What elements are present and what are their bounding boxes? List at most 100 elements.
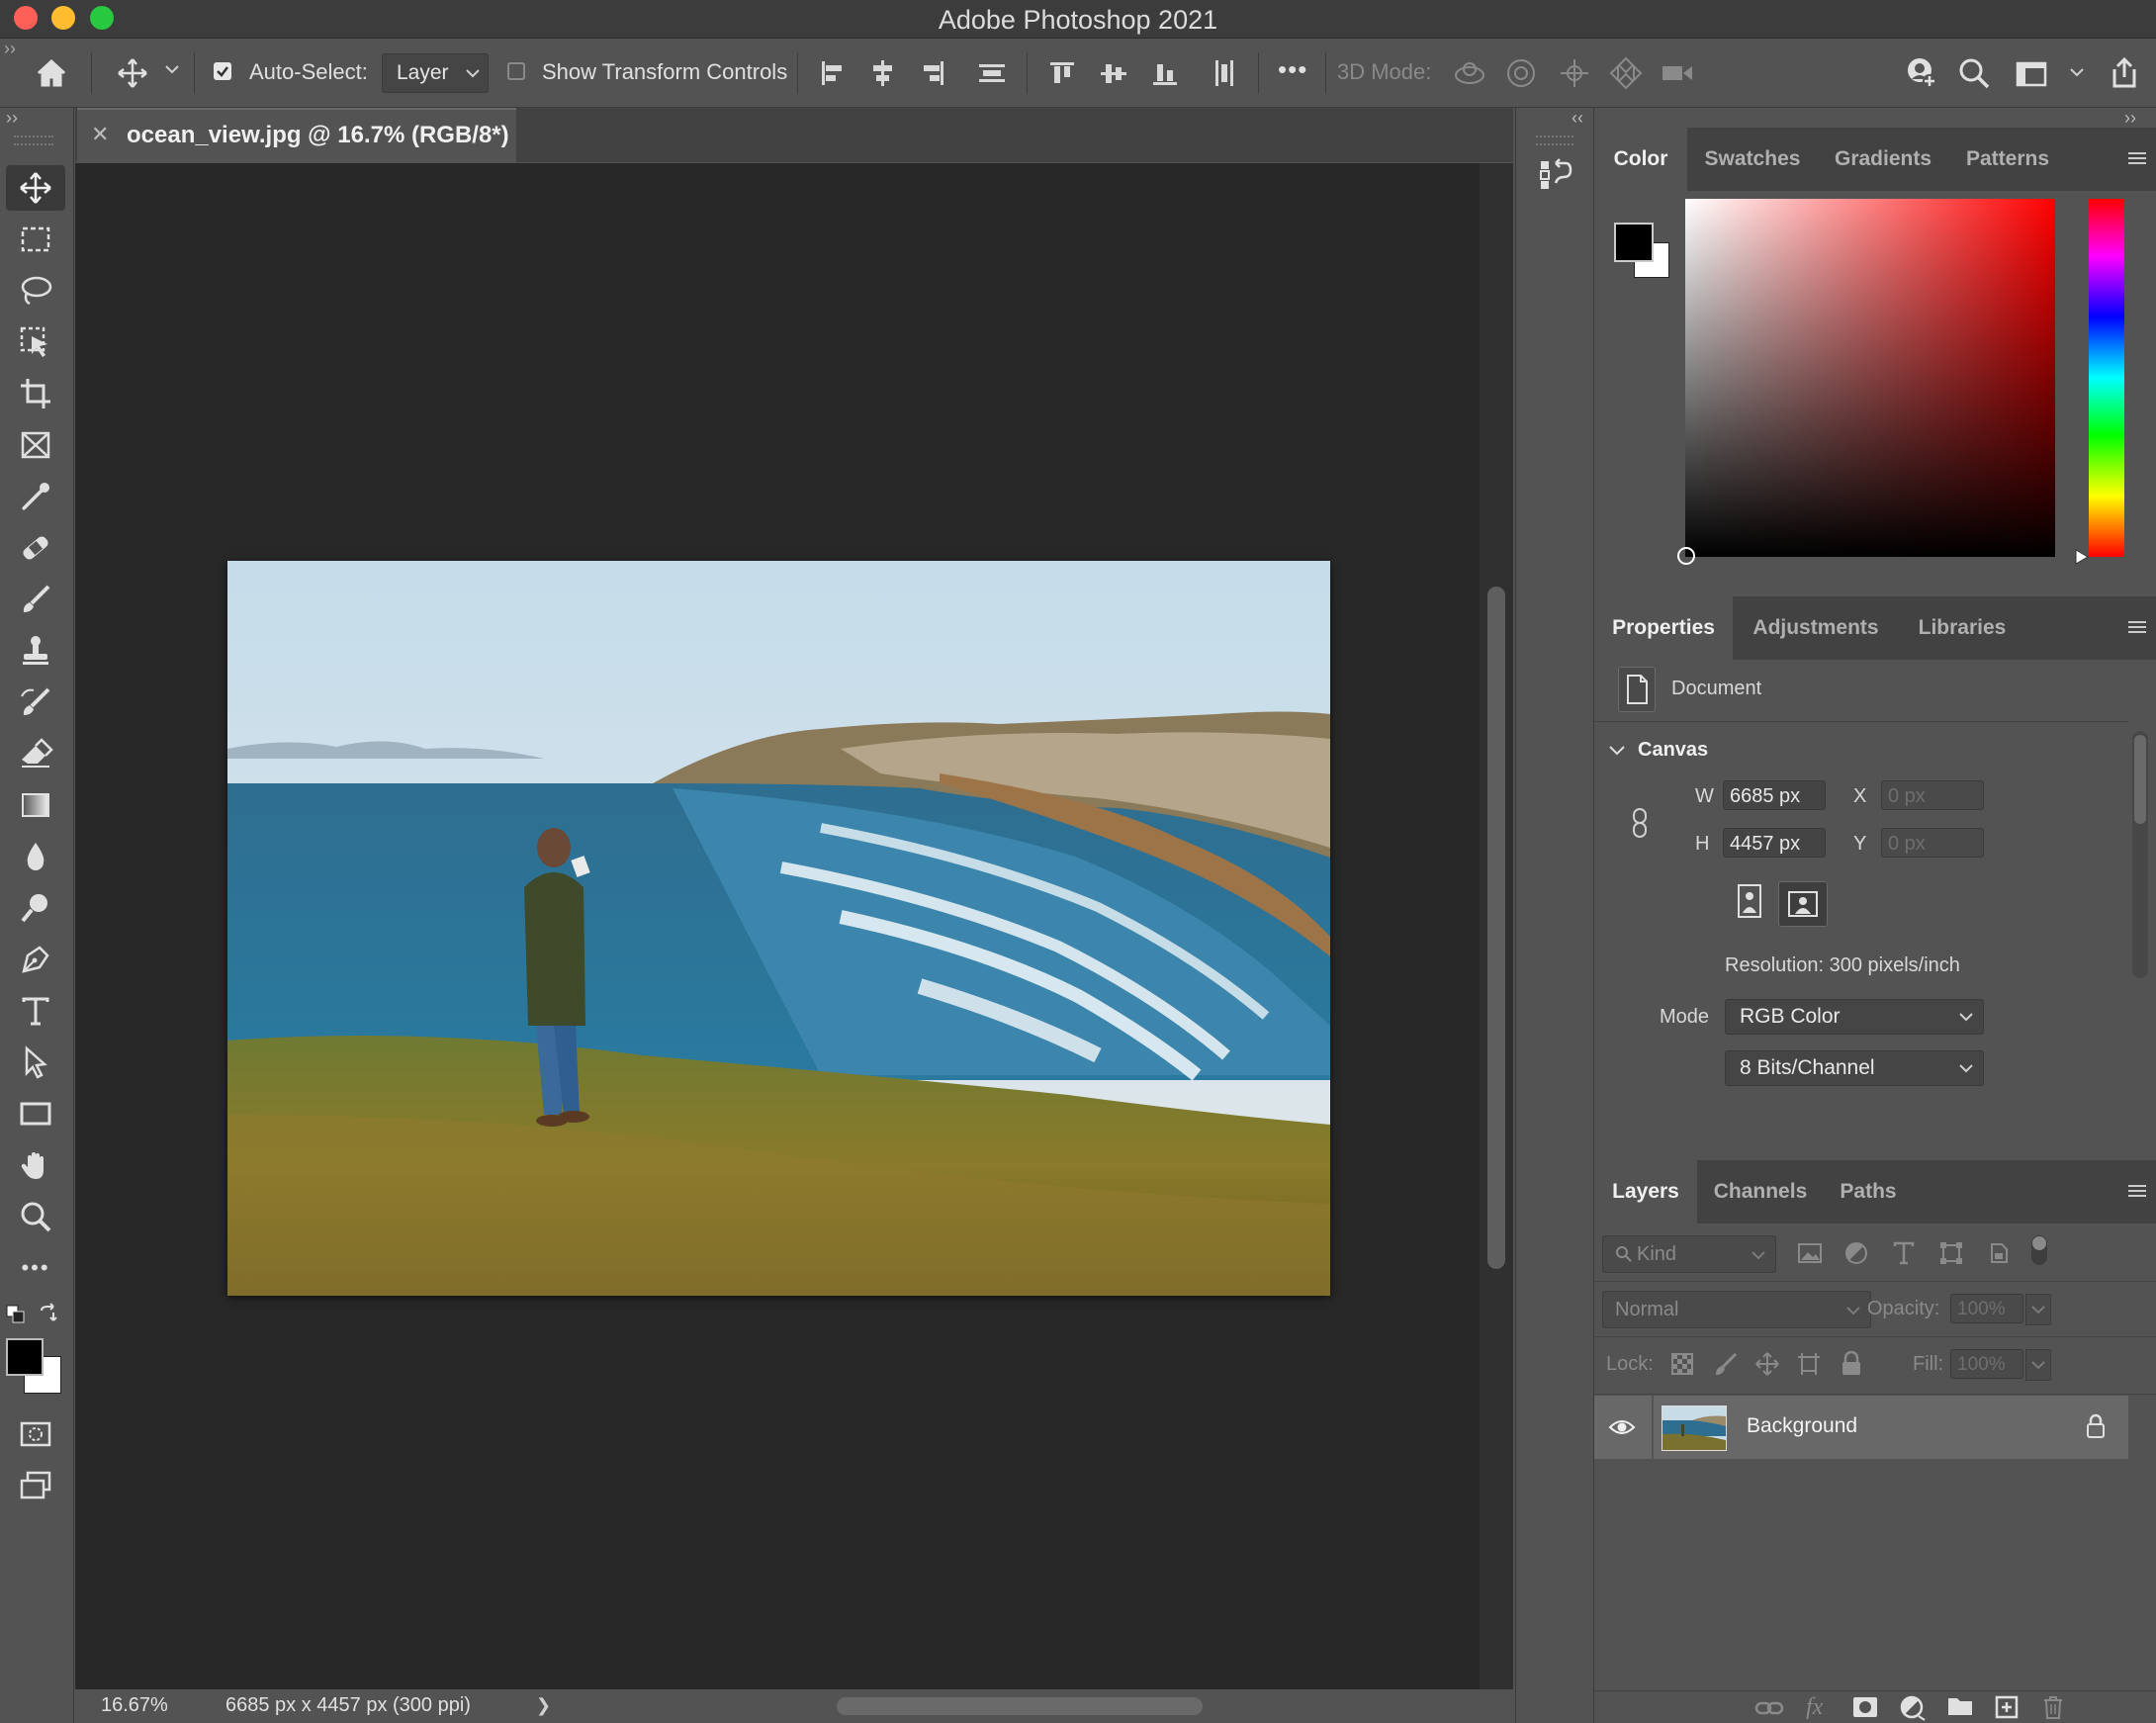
filter-type-icon[interactable] <box>1891 1240 1917 1266</box>
hue-slider-handle-icon[interactable] <box>2075 549 2089 565</box>
blur-tool[interactable] <box>6 834 65 879</box>
distribute-vertical-icon[interactable] <box>974 55 1010 91</box>
panel-grip[interactable] <box>14 136 53 145</box>
frame-tool[interactable] <box>6 422 65 468</box>
healing-brush-tool[interactable] <box>6 525 65 571</box>
canvas-area[interactable] <box>75 163 1480 1689</box>
crop-tool[interactable] <box>6 371 65 416</box>
link-dimensions-icon[interactable] <box>1630 806 1650 840</box>
lock-artboard-icon[interactable] <box>1796 1351 1822 1377</box>
new-layer-icon[interactable] <box>1994 1694 2020 1720</box>
status-menu-arrow[interactable]: ❯ <box>536 1695 551 1716</box>
scroll-thumb[interactable] <box>1487 587 1505 1269</box>
clone-stamp-tool[interactable] <box>6 628 65 674</box>
collapse-panels-icon[interactable]: ‹‹ <box>1572 108 1583 129</box>
home-icon[interactable] <box>34 55 69 91</box>
lock-pixels-icon[interactable] <box>1713 1351 1739 1377</box>
move-tool[interactable] <box>6 165 65 211</box>
lock-position-icon[interactable] <box>1754 1351 1780 1377</box>
align-left-icon[interactable] <box>815 55 851 91</box>
tab-color[interactable]: Color <box>1594 128 1687 191</box>
color-mode-dropdown[interactable]: RGB Color <box>1725 999 1984 1035</box>
screen-mode-icon[interactable] <box>6 1463 65 1508</box>
vertical-scrollbar[interactable] <box>1480 163 1513 1689</box>
filter-pixel-icon[interactable] <box>1796 1240 1824 1266</box>
trash-icon[interactable] <box>2041 1694 2065 1720</box>
lock-transparency-icon[interactable] <box>1669 1351 1695 1377</box>
tab-channels[interactable]: Channels <box>1699 1160 1822 1224</box>
hue-slider[interactable] <box>2075 199 2124 565</box>
panel-grip[interactable] <box>1536 136 1573 145</box>
align-top-icon[interactable] <box>1044 55 1080 91</box>
horizontal-scroll-thumb[interactable] <box>837 1697 1203 1715</box>
auto-select-target-dropdown[interactable]: Layer <box>382 53 489 93</box>
collapse-arrows-icon[interactable]: ›› <box>4 39 16 59</box>
swap-colors-icon[interactable] <box>38 1303 59 1324</box>
panel-menu-icon[interactable] <box>2126 618 2148 636</box>
pen-tool[interactable] <box>6 937 65 982</box>
tab-patterns[interactable]: Patterns <box>1950 128 2065 191</box>
canvas-section-title[interactable]: Canvas <box>1638 739 1708 762</box>
landscape-orientation-icon[interactable] <box>1778 881 1828 927</box>
color-foreground-swatch[interactable] <box>1614 223 1654 262</box>
hand-tool[interactable] <box>6 1142 65 1188</box>
fill-stepper[interactable] <box>2025 1349 2051 1381</box>
layer-name[interactable]: Background <box>1747 1414 1857 1438</box>
zoom-level[interactable]: 16.67% <box>101 1694 168 1717</box>
layer-row-background[interactable]: Background <box>1594 1396 2128 1459</box>
width-field[interactable]: 6685 px <box>1723 780 1826 810</box>
search-icon[interactable] <box>1956 55 1992 91</box>
align-horizontal-center-icon[interactable] <box>864 55 900 91</box>
chevron-down-icon[interactable] <box>164 63 180 75</box>
document-image[interactable] <box>227 561 1330 1296</box>
tab-properties[interactable]: Properties <box>1594 596 1733 660</box>
auto-select-checkbox[interactable] <box>214 62 231 80</box>
expand-dock-icon[interactable]: ›› <box>2124 108 2136 129</box>
eye-icon[interactable] <box>1608 1415 1636 1439</box>
align-right-icon[interactable] <box>915 55 950 91</box>
layer-style-fx-icon[interactable]: fx <box>1806 1694 1823 1721</box>
quick-mask-icon[interactable] <box>6 1411 65 1457</box>
lock-all-icon[interactable] <box>1840 1351 1863 1377</box>
filter-shape-icon[interactable] <box>1938 1240 1964 1266</box>
close-tab-icon[interactable]: ✕ <box>91 122 109 147</box>
chevron-down-icon[interactable] <box>1608 744 1626 758</box>
history-brush-tool[interactable] <box>6 680 65 725</box>
brush-tool[interactable] <box>6 577 65 622</box>
height-field[interactable]: 4457 px <box>1723 828 1826 858</box>
adjustment-layer-icon[interactable] <box>1899 1694 1927 1722</box>
history-panel-icon[interactable] <box>1538 155 1573 195</box>
add-mask-icon[interactable] <box>1851 1694 1879 1720</box>
link-layers-icon[interactable] <box>1754 1696 1784 1720</box>
distribute-horizontal-icon[interactable] <box>1207 55 1242 91</box>
opacity-field[interactable]: 100% <box>1950 1294 2023 1323</box>
properties-scrollbar[interactable] <box>2132 731 2148 978</box>
chevron-down-icon[interactable] <box>2069 66 2085 78</box>
type-tool[interactable] <box>6 988 65 1034</box>
align-vertical-center-icon[interactable] <box>1096 55 1131 91</box>
filter-adjustment-icon[interactable] <box>1843 1240 1869 1266</box>
document-tab[interactable]: ✕ ocean_view.jpg @ 16.7% (RGB/8*) <box>77 108 516 164</box>
marquee-tool[interactable] <box>6 217 65 262</box>
filter-smart-object-icon[interactable] <box>1986 1240 2012 1266</box>
share-icon[interactable] <box>2107 55 2142 91</box>
dodge-tool[interactable] <box>6 885 65 931</box>
tab-adjustments[interactable]: Adjustments <box>1735 596 1897 660</box>
move-tool-preset-icon[interactable] <box>115 55 150 91</box>
panel-menu-icon[interactable] <box>2126 1182 2148 1200</box>
fill-field[interactable]: 100% <box>1950 1349 2023 1379</box>
panel-menu-icon[interactable] <box>2126 149 2148 167</box>
show-transform-checkbox[interactable] <box>507 62 525 80</box>
tab-layers[interactable]: Layers <box>1594 1160 1697 1224</box>
expand-tools-icon[interactable]: ›› <box>6 108 18 129</box>
align-bottom-icon[interactable] <box>1147 55 1183 91</box>
bit-depth-dropdown[interactable]: 8 Bits/Channel <box>1725 1050 1984 1086</box>
color-picker-marker[interactable] <box>1677 547 1695 565</box>
color-field[interactable] <box>1677 199 2055 565</box>
tab-gradients[interactable]: Gradients <box>1818 128 1948 191</box>
filter-toggle[interactable] <box>2031 1235 2047 1265</box>
tab-paths[interactable]: Paths <box>1824 1160 1913 1224</box>
foreground-color-swatch[interactable] <box>6 1338 44 1376</box>
default-colors-icon[interactable] <box>6 1305 26 1324</box>
gradient-tool[interactable] <box>6 782 65 828</box>
